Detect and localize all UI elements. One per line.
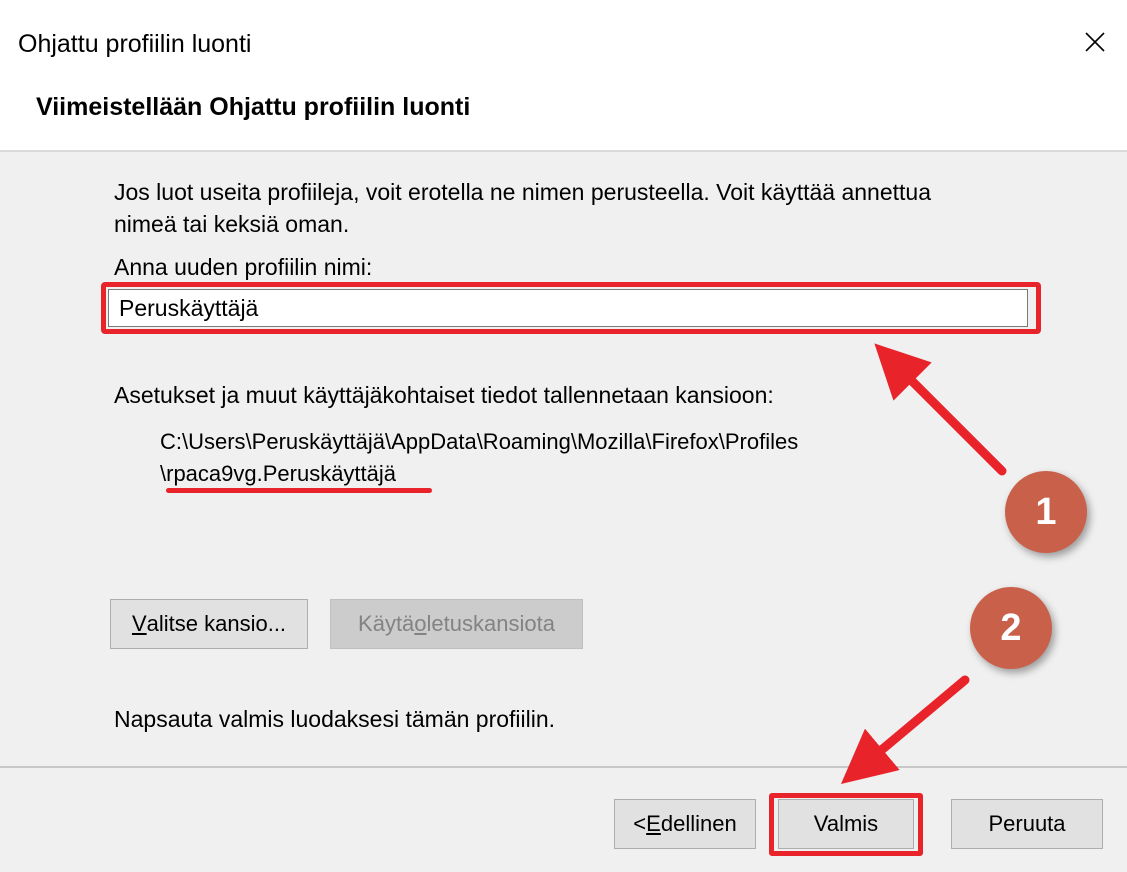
annotation-arrows (840, 343, 1007, 785)
arrow-to-finish-button (840, 675, 970, 785)
step-badge-2: 2 (970, 587, 1052, 669)
arrow-to-name-input (874, 343, 1007, 476)
step-badge-1: 1 (1005, 471, 1087, 553)
